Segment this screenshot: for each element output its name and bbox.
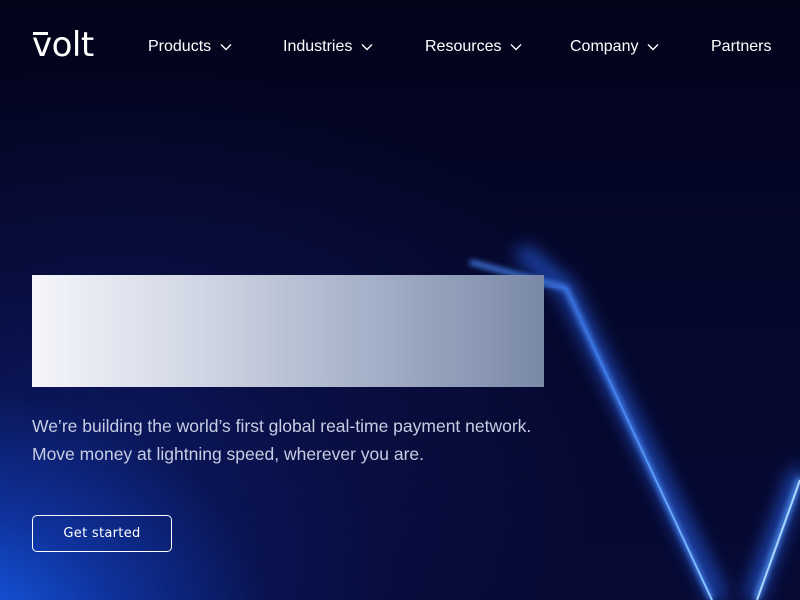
get-started-button[interactable]: Get started	[32, 515, 172, 552]
chevron-down-icon	[220, 44, 232, 51]
hero-tagline: We’re building the world’s first global …	[32, 416, 532, 464]
nav-item-label: Products	[148, 38, 212, 55]
nav-item-products[interactable]: Products	[148, 38, 232, 56]
chevron-down-icon	[647, 44, 659, 51]
hero-headline-placeholder	[32, 275, 544, 387]
site-header: volt Products Industries Resources Compa…	[0, 0, 800, 96]
nav-item-label: Industries	[283, 38, 353, 55]
nav-item-industries[interactable]: Industries	[283, 38, 373, 56]
nav-item-partners[interactable]: Partners	[711, 38, 771, 56]
chevron-down-icon	[361, 44, 373, 51]
nav-item-label: Company	[570, 38, 639, 55]
nav-item-label: Resources	[425, 38, 502, 55]
nav-item-company[interactable]: Company	[570, 38, 659, 56]
logo-wordmark: volt	[32, 25, 94, 65]
chevron-down-icon	[510, 44, 522, 51]
nav-item-resources[interactable]: Resources	[425, 38, 522, 56]
volt-logo[interactable]: volt	[32, 25, 102, 66]
nav-item-label: Partners	[711, 38, 772, 55]
